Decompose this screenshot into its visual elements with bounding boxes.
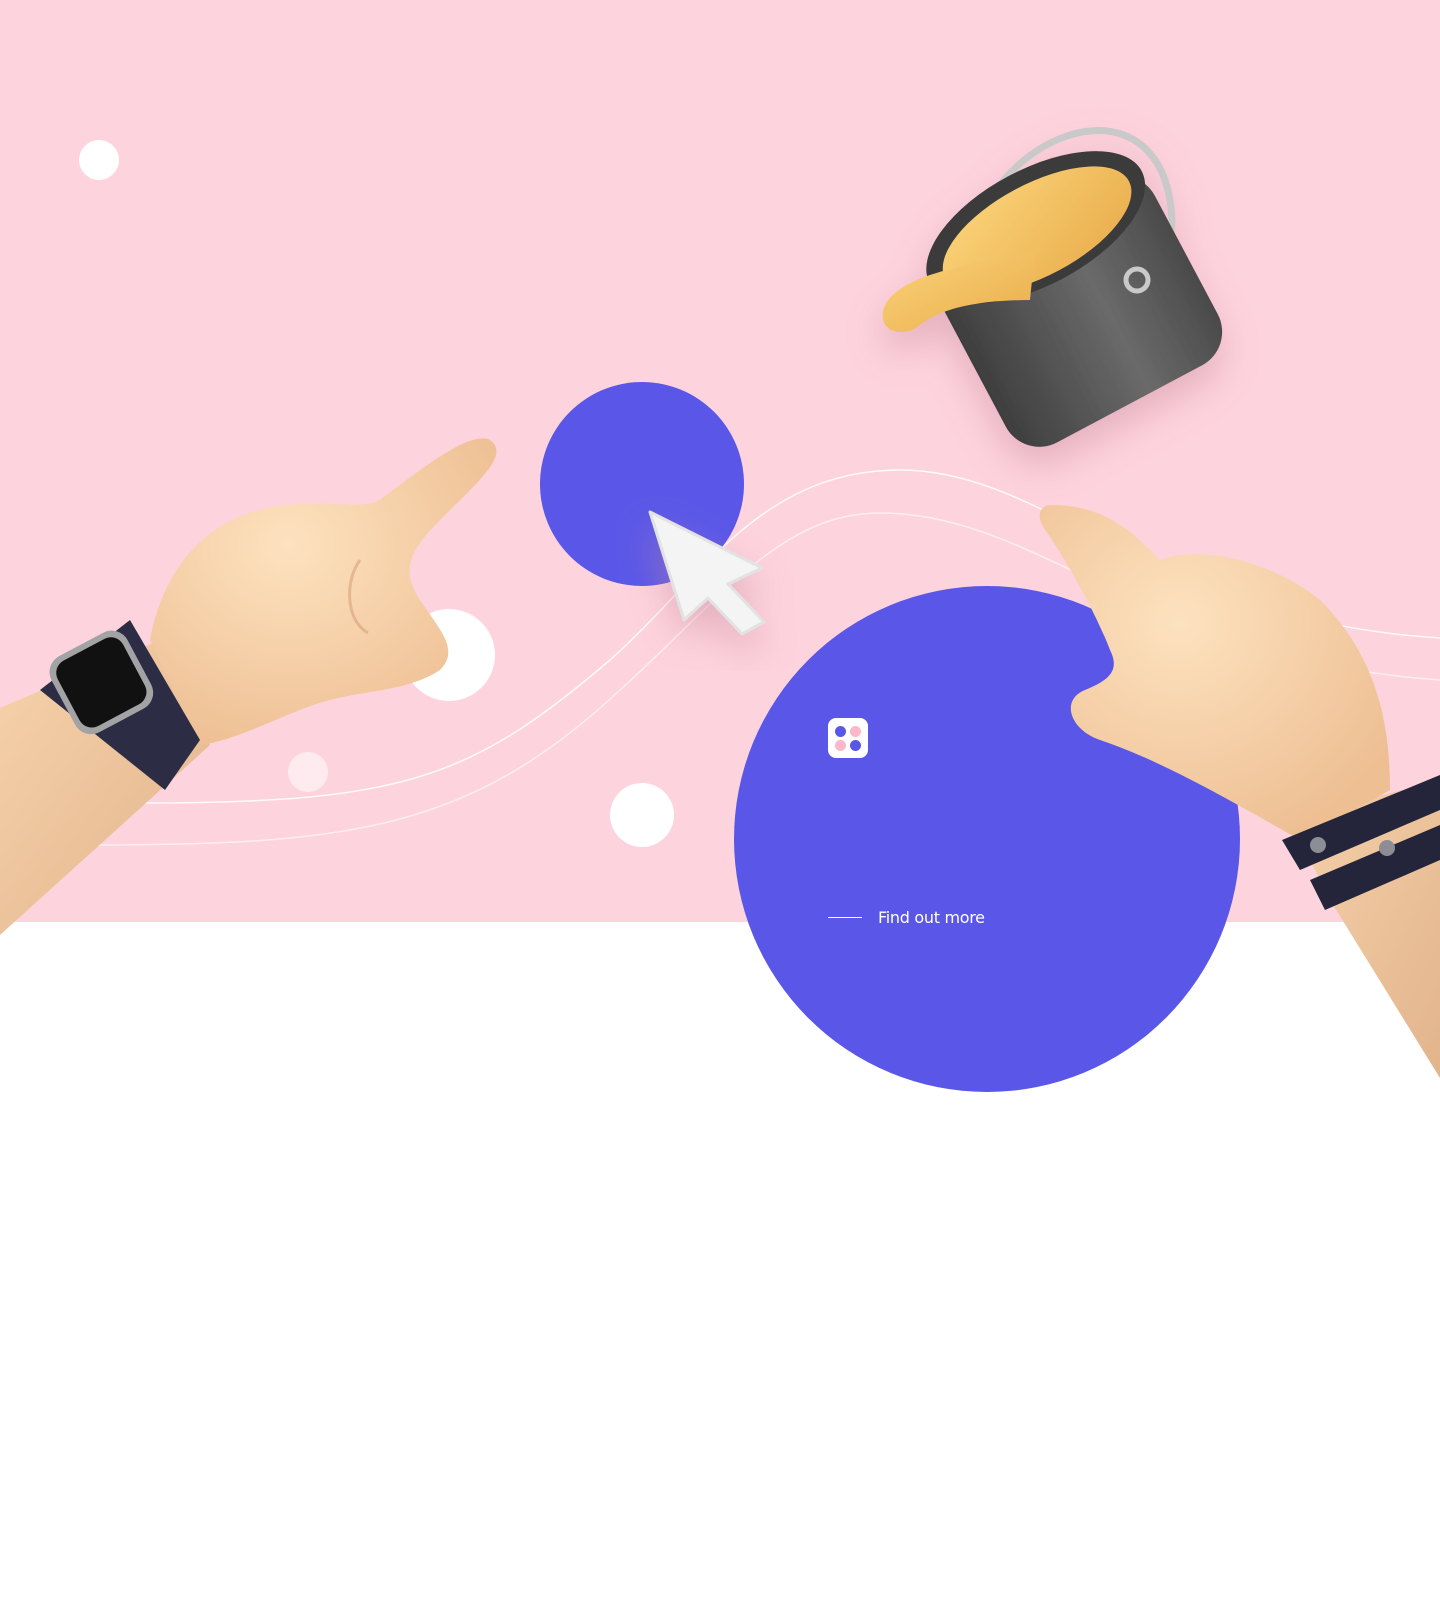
badge-dot [835, 740, 846, 751]
cta-line [828, 916, 862, 918]
paint-bucket-icon [882, 127, 1223, 447]
badge-dot [850, 726, 861, 737]
four-dots-grid-icon [828, 718, 868, 758]
decor-dot [79, 140, 119, 180]
hero-scene [0, 127, 1440, 1092]
cta-label: Find out more [878, 907, 985, 927]
decor-dot [610, 783, 674, 847]
badge-dot [835, 726, 846, 737]
decor-dot [288, 752, 328, 792]
badge-dot [850, 740, 861, 751]
find-out-more-link[interactable]: Find out more [828, 904, 985, 930]
